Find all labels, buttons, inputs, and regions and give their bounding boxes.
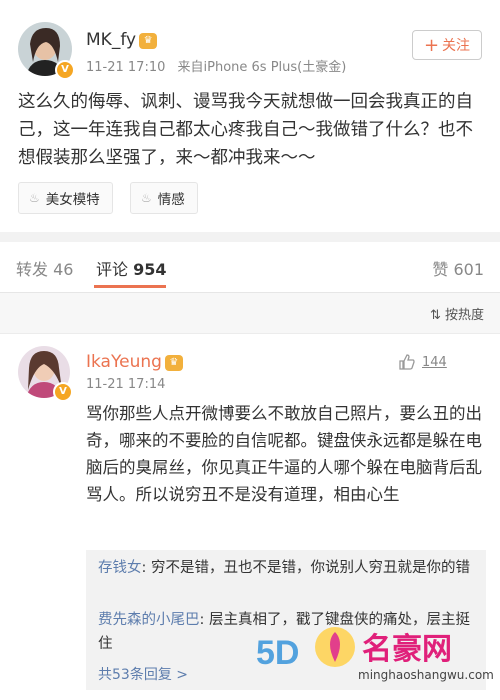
tab-like-count: 601: [453, 260, 484, 279]
sort-bar: ⇅ 按热度: [0, 293, 500, 334]
post-source: 来自iPhone 6s Plus(土豪金): [177, 60, 347, 75]
author-name-text[interactable]: MK_fy: [86, 30, 136, 50]
tab-repost-count: 46: [53, 260, 74, 279]
tab-comment-count: 954: [133, 260, 167, 279]
comment-text: 骂你那些人点开微博要么不敢放自己照片，要么丑的出奇，哪来的不要脸的自信呢都。键盘…: [86, 404, 482, 504]
tag-label: 情感: [157, 192, 185, 208]
commenter-name-text[interactable]: IkaYeung: [86, 352, 162, 372]
comment-time: 11-21 17:14: [86, 377, 166, 392]
follow-button[interactable]: + 关注: [412, 30, 482, 60]
weibo-post: V MK_fy ♛ 11-21 17:10 来自iPhone 6s Plus(土豪…: [0, 0, 500, 232]
comment-like-count: 144: [422, 354, 447, 370]
tag-label: 美女模特: [45, 192, 100, 208]
plus-icon: +: [423, 34, 440, 56]
sort-icon: ⇅: [429, 308, 441, 323]
commenter-name[interactable]: IkaYeung ♛: [86, 352, 183, 372]
verified-v-icon: V: [55, 60, 75, 80]
fire-icon: ♨: [29, 191, 40, 205]
tab-like-label: 赞: [432, 260, 449, 279]
active-tab-indicator: [94, 285, 166, 288]
thumbs-up-icon: [399, 354, 415, 370]
post-tabs: 转发 46 评论 954 赞 601: [0, 242, 500, 293]
post-author-name[interactable]: MK_fy ♛: [86, 30, 158, 50]
vip-crown-icon: ♛: [164, 355, 183, 371]
comment-like-button[interactable]: 144: [398, 353, 447, 371]
reply-author[interactable]: 费先森的小尾巴: [98, 612, 200, 628]
sort-label: 按热度: [444, 308, 484, 323]
tab-comment[interactable]: 评论 954: [96, 256, 167, 280]
sort-by-heat-button[interactable]: ⇅ 按热度: [430, 304, 484, 323]
post-text: 这么久的侮辱、讽刺、谩骂我今天就想做一回会我真正的自己，这一年连我自己都太心疼我…: [18, 92, 473, 168]
post-time: 11-21 17:10: [86, 60, 166, 75]
post-meta: 11-21 17:10 来自iPhone 6s Plus(土豪金): [86, 56, 346, 75]
tab-repost[interactable]: 转发 46: [16, 256, 73, 280]
follow-label: 关注: [442, 38, 471, 54]
section-divider: [0, 232, 500, 242]
reply-item: 费先森的小尾巴: 层主真相了，戳了键盘侠的痛处，层主挺住: [98, 612, 470, 652]
reply-item: 存钱女: 穷不是错，丑也不是错，你说别人穷丑就是你的错: [98, 560, 470, 576]
fire-icon: ♨: [141, 191, 152, 205]
tag-meinv-mote[interactable]: ♨ 美女模特: [18, 182, 113, 214]
verified-v-icon: V: [53, 382, 73, 402]
tab-comment-label: 评论: [96, 260, 129, 279]
more-replies-link[interactable]: 共53条回复 >: [98, 664, 188, 684]
reply-author[interactable]: 存钱女: [98, 560, 142, 576]
tab-like[interactable]: 赞 601: [432, 256, 484, 280]
vip-crown-icon: ♛: [139, 33, 158, 49]
reply-text: 穷不是错，丑也不是错，你说别人穷丑就是你的错: [151, 560, 470, 576]
tag-qinggan[interactable]: ♨ 情感: [130, 182, 198, 214]
replies-box: 存钱女: 穷不是错，丑也不是错，你说别人穷丑就是你的错 费先森的小尾巴: 层主真…: [86, 550, 486, 690]
tab-repost-label: 转发: [16, 260, 49, 279]
